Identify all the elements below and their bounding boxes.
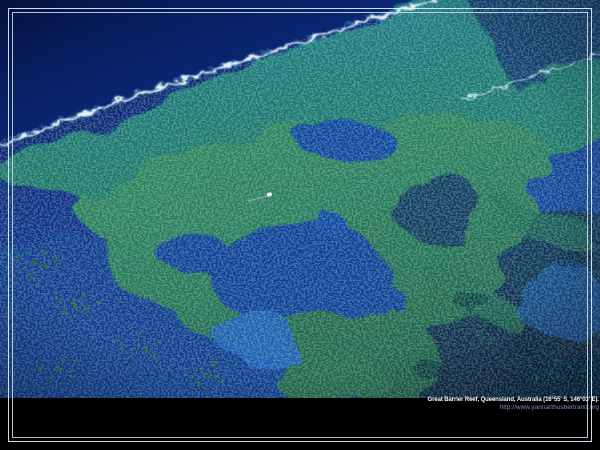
caption-location: Great Barrier Reef, Queensland, Australi… [428,397,599,404]
vignette [0,0,600,398]
reef-photo [0,0,600,398]
reef-photo-svg [0,0,600,398]
desktop-wallpaper: Great Barrier Reef, Queensland, Australi… [0,0,600,450]
photo-caption: Great Barrier Reef, Queensland, Australi… [428,397,599,411]
caption-url: http://www.yannarthusbertrand.org [428,404,599,411]
